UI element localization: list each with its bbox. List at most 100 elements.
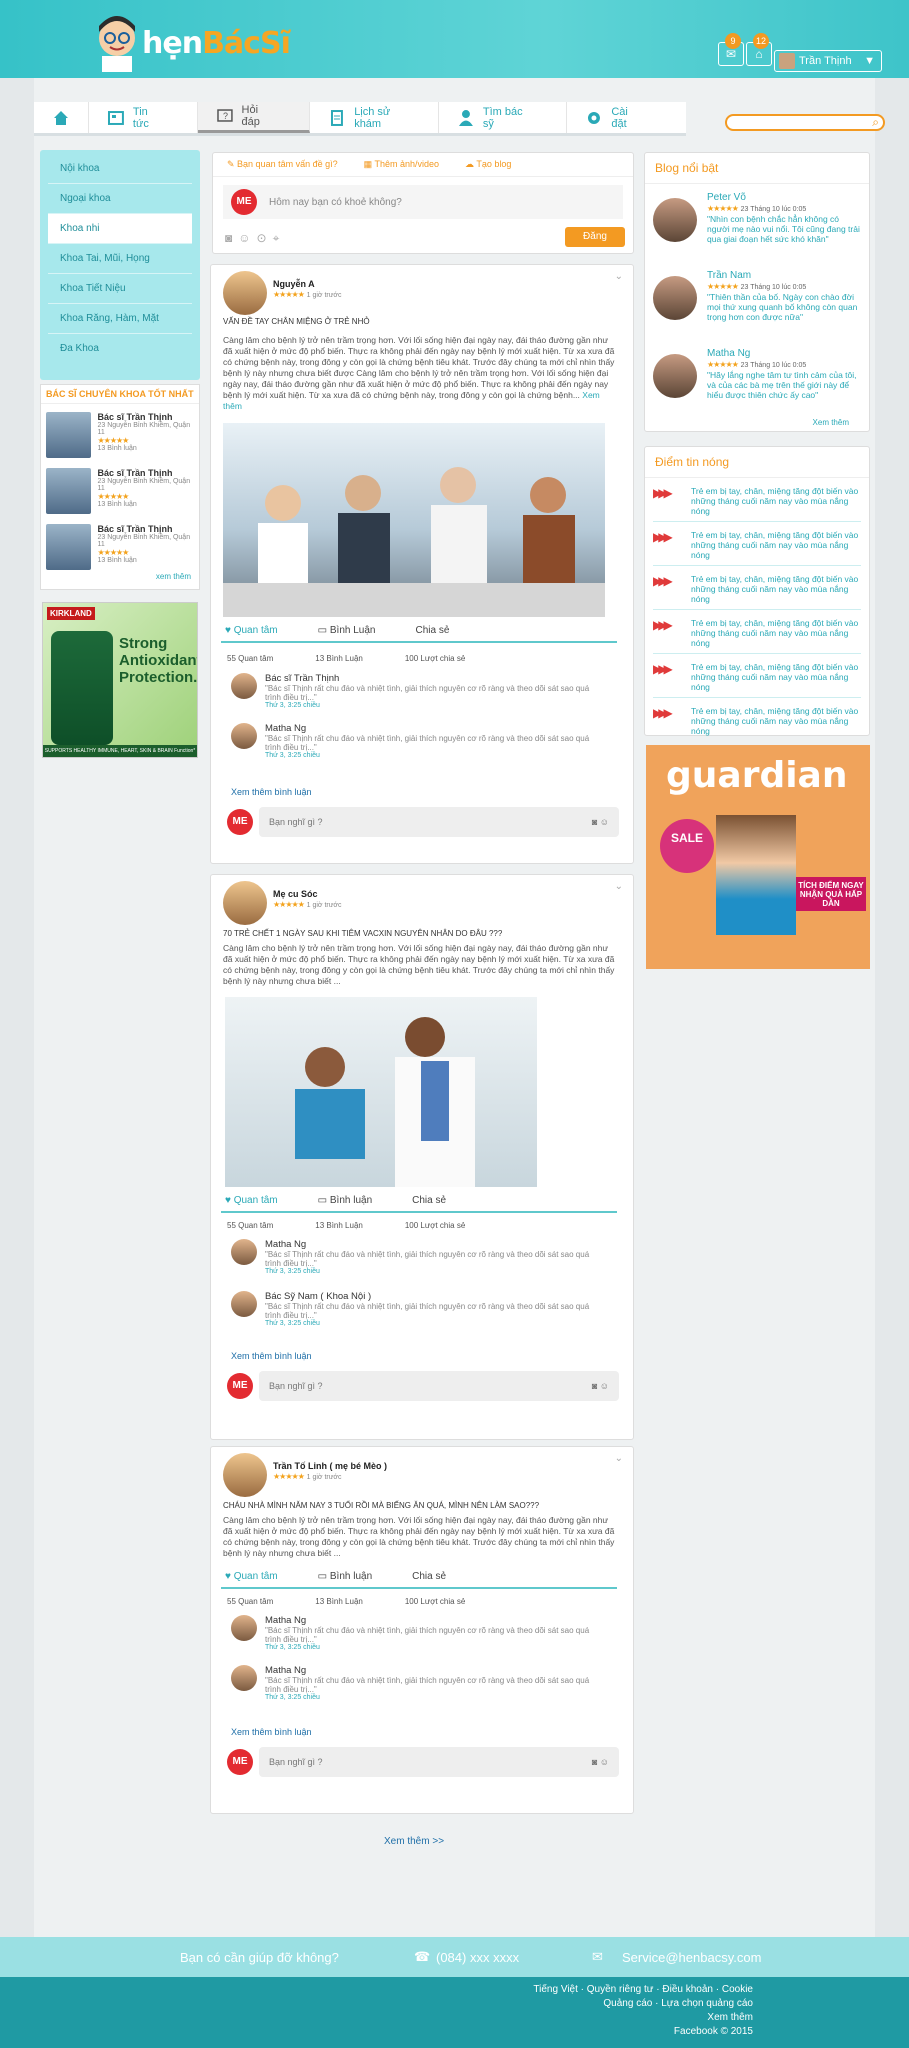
chevron-down-icon[interactable]: ⌄ (615, 271, 623, 282)
nav-news[interactable]: Tin tức (89, 102, 198, 133)
more-comments-link[interactable]: Xem thêm bình luận (231, 787, 312, 797)
commenter-name[interactable]: Bác sĩ Trần Thịnh (265, 673, 601, 684)
news-item[interactable]: ▶▶▶ Trẻ em bị tay, chân, miệng tăng đột b… (653, 610, 861, 654)
news-item[interactable]: ▶▶▶ Trẻ em bị tay, chân, miệng tăng đột b… (653, 522, 861, 566)
doctor-photo (46, 412, 92, 458)
composer-input[interactable]: ME Hôm nay bạn có khoẻ không? (223, 185, 623, 219)
emoji-icon[interactable]: ☺ (600, 817, 609, 827)
avatar[interactable] (231, 723, 257, 749)
care-button[interactable]: ♥ Quan tâm (225, 1195, 278, 1211)
commenter-name[interactable]: Matha Ng (265, 1665, 601, 1676)
news-item[interactable]: ▶▶▶ Trẻ em bị tay, chân, miệng tăng đột b… (653, 478, 861, 522)
emoji-icon[interactable]: ☺ (238, 231, 250, 246)
news-item[interactable]: ▶▶▶ Trẻ em bị tay, chân, miệng tăng đột b… (653, 698, 861, 742)
blog-more-link[interactable]: Xem thêm (645, 418, 869, 427)
blog-item[interactable]: Matha Ng ★★★★★ 23 Tháng 10 lúc 0:05 "Hãy l… (653, 348, 861, 418)
see-more-posts-link[interactable]: Xem thêm >> (384, 1836, 444, 1847)
rating-stars: ★★★★★ (273, 1472, 305, 1481)
specialty-item[interactable]: Khoa Răng, Hàm, Mặt (48, 304, 192, 334)
comment-button[interactable]: ▭ Bình Luận (318, 625, 376, 641)
specialty-item[interactable]: Khoa Tai, Mũi, Họng (48, 244, 192, 274)
care-button[interactable]: ♥ Quan tâm (225, 1571, 278, 1587)
commenter-name[interactable]: Matha Ng (265, 723, 601, 734)
arrow-icon: ▶▶▶ (653, 530, 673, 544)
camera-icon[interactable]: ◙ (225, 231, 232, 246)
author-name[interactable]: Mẹ cu Sóc (273, 889, 342, 899)
footer-ad-links[interactable]: Quảng cáo · Lựa chọn quảng cáo (0, 1997, 753, 2011)
news-item[interactable]: ▶▶▶ Trẻ em bị tay, chân, miệng tăng đột b… (653, 566, 861, 610)
comment-button[interactable]: ▭ Bình luận (318, 1195, 373, 1211)
emoji-icon[interactable]: ☺ (600, 1757, 609, 1767)
comment-input[interactable]: Bạn nghĩ gì ? ◙ ☺ (259, 807, 619, 837)
avatar[interactable] (231, 673, 257, 699)
post-button[interactable]: Đăng (565, 227, 625, 247)
news-item[interactable]: ▶▶▶ Trẻ em bị tay, chân, miệng tăng đột b… (653, 654, 861, 698)
comment-input[interactable]: Bạn nghĩ gì ? ◙ ☺ (259, 1747, 619, 1777)
camera-icon[interactable]: ◙ (592, 1757, 597, 1767)
post-body: Càng lâm cho bệnh lý trở nên trầm trọng … (223, 943, 615, 986)
nav-qa[interactable]: ? Hỏi đáp (197, 102, 311, 133)
comment-date: Thứ 3, 3:25 chiều (265, 1268, 320, 1275)
composer-tab-question[interactable]: ✎ Bạn quan tâm vấn đề gì? (227, 159, 338, 170)
share-icon[interactable]: ⊙ (257, 231, 267, 246)
doctor-card[interactable]: Bác sĩ Trần Thịnh 23 Nguyễn Bỉnh Khiêm, Q… (46, 412, 194, 460)
blog-item[interactable]: Trần Nam ★★★★★ 23 Tháng 10 lúc 0:05 "Thiên… (653, 270, 861, 340)
logo[interactable]: hẹnBácSĩ (92, 14, 291, 72)
footer-links[interactable]: Tiếng Việt · Quyền riêng tư · Điều khoản… (0, 1983, 753, 1997)
chevron-down-icon[interactable]: ⌄ (615, 881, 623, 892)
avatar[interactable] (223, 881, 267, 925)
search-input[interactable]: ⌕ (725, 114, 885, 131)
location-icon[interactable]: ⌖ (273, 231, 280, 246)
avatar[interactable] (223, 1453, 267, 1497)
guardian-ad[interactable]: guardian SALE TÍCH ĐIỂM NGAY NHẬN QUÀ HẤ… (646, 745, 870, 969)
avatar[interactable] (231, 1291, 257, 1317)
doctor-card[interactable]: Bác sĩ Trần Thịnh 23 Nguyễn Bỉnh Khiêm, Q… (46, 468, 194, 516)
user-menu[interactable]: Trần Thịnh ▼ (774, 50, 882, 72)
composer-tab-blog[interactable]: ☁ Tạo blog (465, 159, 511, 170)
share-button[interactable]: Chia sẻ (415, 625, 449, 641)
commenter-name[interactable]: Matha Ng (265, 1615, 601, 1626)
comment-input[interactable]: Bạn nghĩ gì ? ◙ ☺ (259, 1371, 619, 1401)
specialty-item[interactable]: Ngoại khoa (48, 184, 192, 214)
doctor-card[interactable]: Bác sĩ Trần Thịnh 23 Nguyễn Bỉnh Khiêm, Q… (46, 524, 194, 572)
care-button[interactable]: ♥ Quan tâm (225, 625, 278, 641)
composer-tab-media[interactable]: ▦ Thêm ảnh/video (364, 159, 439, 170)
help-email[interactable]: Service@henbacsy.com (622, 1950, 761, 1965)
avatar[interactable] (231, 1615, 257, 1641)
avatar[interactable] (231, 1665, 257, 1691)
camera-icon[interactable]: ◙ (592, 1381, 597, 1391)
avatar[interactable] (231, 1239, 257, 1265)
chevron-down-icon[interactable]: ⌄ (615, 1453, 623, 1464)
top-doctors-more-link[interactable]: xem thêm (41, 572, 199, 581)
search-icon[interactable]: ⌕ (872, 115, 879, 130)
specialty-item[interactable]: Đa Khoa (48, 334, 192, 364)
more-comments-link[interactable]: Xem thêm bình luận (231, 1351, 312, 1361)
nav-home[interactable] (34, 102, 89, 133)
specialty-item[interactable]: Khoa nhi (48, 214, 192, 244)
nav-settings[interactable]: Cài đặt (567, 102, 686, 133)
post-title[interactable]: VẤN ĐỀ TAY CHÂN MIỆNG Ở TRẺ NHỎ (223, 317, 370, 326)
author-name[interactable]: Trần Tố Linh ( mẹ bé Mèo ) (273, 1461, 387, 1471)
share-button[interactable]: Chia sẻ (412, 1571, 446, 1587)
comment-button[interactable]: ▭ Bình luận (318, 1571, 373, 1587)
emoji-icon[interactable]: ☺ (600, 1381, 609, 1391)
author-name[interactable]: Nguyễn A (273, 279, 342, 289)
post-title[interactable]: 70 TRẺ CHẾT 1 NGÀY SAU KHI TIÊM VACXIN N… (223, 929, 502, 938)
kirkland-ad[interactable]: KIRKLAND Strong Antioxidant Protection. … (42, 602, 198, 758)
help-phone[interactable]: (084) xxx xxxx (436, 1950, 519, 1965)
more-comments-link[interactable]: Xem thêm bình luận (231, 1727, 312, 1737)
footer-more-link[interactable]: Xem thêm (0, 2011, 753, 2025)
specialty-item[interactable]: Nội khoa (48, 154, 192, 184)
commenter-name[interactable]: Matha Ng (265, 1239, 601, 1250)
messages-button[interactable]: ✉ 9 (718, 33, 744, 66)
commenter-name[interactable]: Bác Sỹ Nam ( Khoa Nội ) (265, 1291, 601, 1302)
specialty-item[interactable]: Khoa Tiết Niệu (48, 274, 192, 304)
avatar[interactable] (223, 271, 267, 315)
blog-item[interactable]: Peter Võ ★★★★★ 23 Tháng 10 lúc 0:05 "Nhìn … (653, 192, 861, 262)
notifications-button[interactable]: ⌂ 12 (746, 33, 772, 66)
post-title[interactable]: CHÁU NHÀ MÌNH NĂM NAY 3 TUỔI RỒI MÀ BIẾN… (223, 1501, 539, 1510)
share-button[interactable]: Chia sẻ (412, 1195, 446, 1211)
nav-find-doctor[interactable]: Tìm bác sỹ (439, 102, 568, 133)
camera-icon[interactable]: ◙ (592, 817, 597, 827)
nav-history[interactable]: Lịch sử khám (310, 102, 439, 133)
